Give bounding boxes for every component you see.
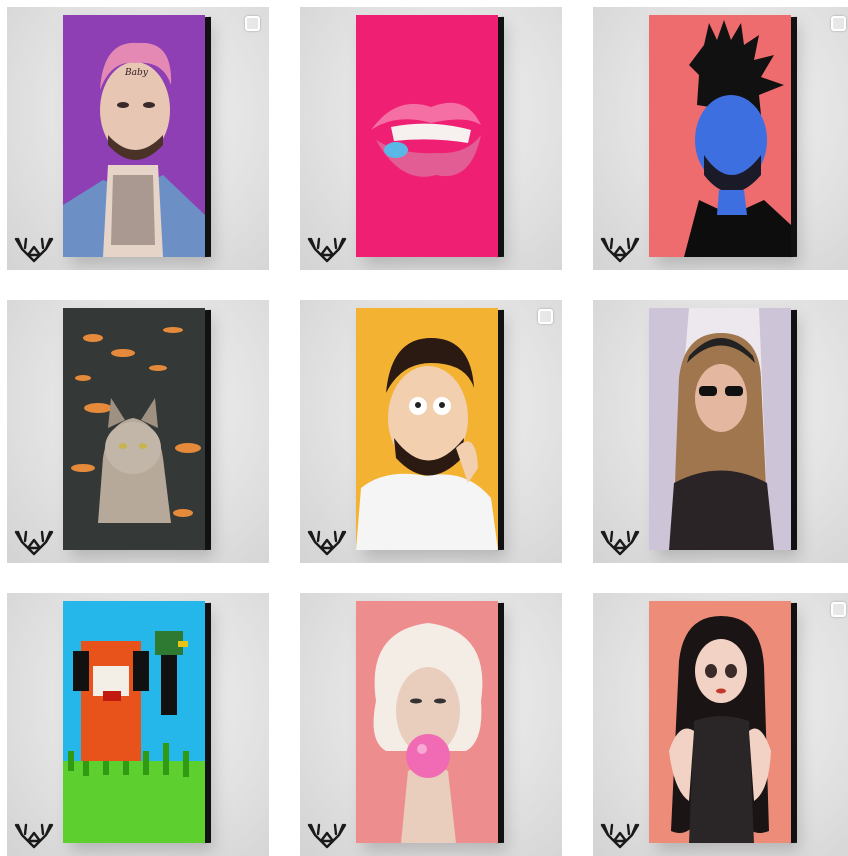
antler-logo-icon [598,528,642,558]
artwork-lips [356,15,498,257]
artwork-blonde-bubblegum [356,601,498,843]
artwork-blue-singer [649,15,791,257]
antler-logo-icon [598,235,642,265]
post-tile[interactable]: Baby [7,7,269,270]
post-tile[interactable] [7,300,269,563]
canvas-print: Baby [63,15,213,265]
antler-logo-icon [305,235,349,265]
antler-logo-icon [305,821,349,851]
artwork-cartoon-woman [649,601,791,843]
canvas-print [356,601,506,851]
post-tile[interactable] [593,300,848,563]
post-tile[interactable] [7,593,269,856]
canvas-print [649,15,799,265]
post-grid: Baby [0,0,848,856]
canvas-print [356,308,506,558]
post-tile[interactable] [300,593,562,856]
antler-logo-icon [305,528,349,558]
canvas-print [649,601,799,851]
canvas-print [63,601,213,851]
multiple-images-icon [245,16,260,31]
antler-logo-icon [12,235,56,265]
canvas-print [63,308,213,558]
svg-text:Baby: Baby [124,68,149,78]
canvas-print [649,308,799,558]
multiple-images-icon [831,16,846,31]
antler-logo-icon [12,821,56,851]
antler-logo-icon [598,821,642,851]
post-tile[interactable] [300,300,562,563]
artwork-tattooed-rapper: Baby [63,15,205,257]
post-tile[interactable] [593,593,848,856]
artwork-cartoon-rapper [356,308,498,550]
post-tile[interactable] [593,7,848,270]
artwork-woman-sunglasses [649,308,791,550]
antler-logo-icon [12,528,56,558]
artwork-pixel-dog-duck [63,601,205,843]
canvas-print [356,15,506,265]
multiple-images-icon [831,602,846,617]
artwork-cat-goldfish [63,308,205,550]
post-tile[interactable] [300,7,562,270]
multiple-images-icon [538,309,553,324]
